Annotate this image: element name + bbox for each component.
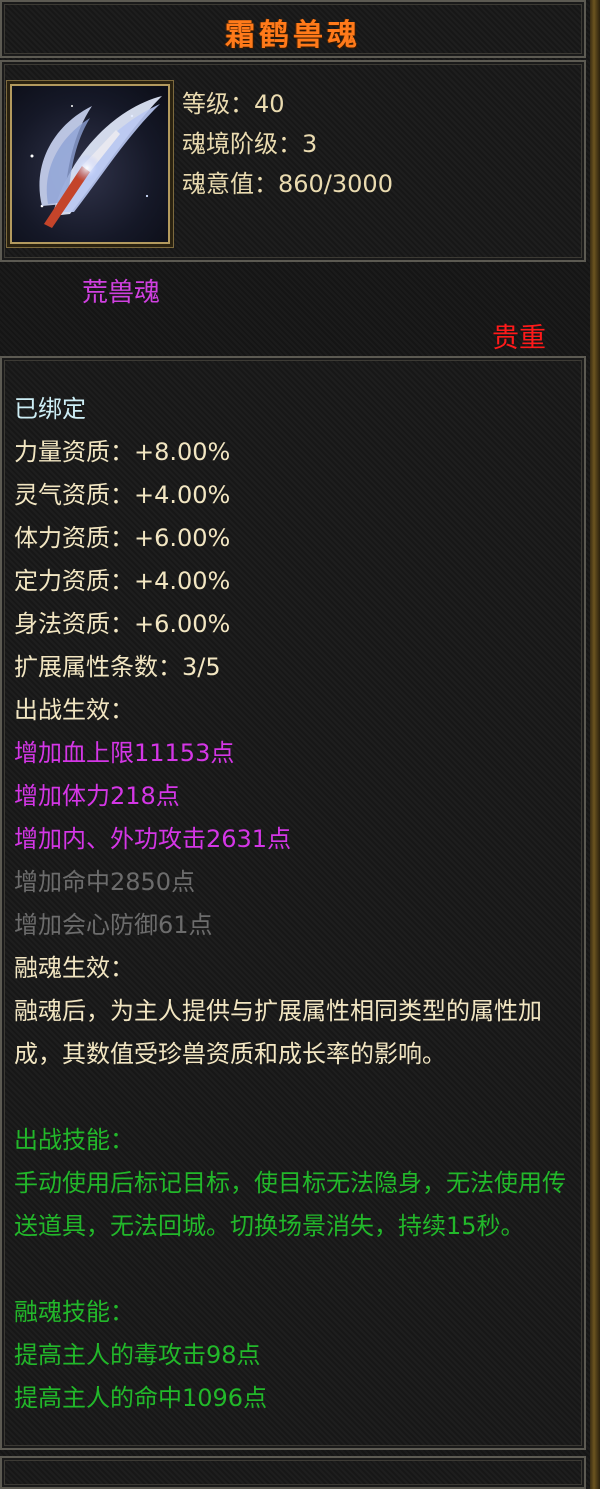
- bottom-panel: [0, 1456, 586, 1489]
- fusion-effect-header: 融魂生效：: [14, 954, 134, 982]
- attribute-line: 力量资质：+8.00%: [14, 438, 231, 466]
- battle-skill-header: 出战技能：: [14, 1126, 134, 1154]
- battle-effect-active: 增加血上限11153点: [14, 739, 235, 767]
- battle-effect-header: 出战生效：: [14, 696, 134, 724]
- battle-effect-active: 增加体力218点: [14, 782, 180, 810]
- item-type-label: 荒兽魂: [82, 278, 161, 308]
- fusion-skill-line: 提高主人的毒攻击98点: [14, 1341, 261, 1369]
- title-bar: 霜鹤兽魂: [0, 0, 586, 58]
- attribute-line: 体力资质：+6.00%: [14, 524, 231, 552]
- battle-skill-description: 手动使用后标记目标，使目标无法隐身，无法使用传送道具，无法回城。切换场景消失，持…: [14, 1169, 566, 1240]
- item-details-panel: 已绑定 力量资质：+8.00% 灵气资质：+4.00% 体力资质：+6.00% …: [0, 356, 586, 1450]
- frost-crane-wing-icon: [10, 84, 170, 244]
- fusion-skill-line: 提高主人的命中1096点: [14, 1384, 268, 1412]
- rarity-label: 贵重: [492, 323, 546, 354]
- level-text: 等级：40: [182, 90, 285, 118]
- item-title: 霜鹤兽魂: [225, 18, 361, 53]
- attribute-line: 灵气资质：+4.00%: [14, 481, 231, 509]
- fusion-skill-header: 融魂技能：: [14, 1298, 134, 1326]
- stage-text: 魂境阶级：3: [182, 130, 318, 158]
- battle-effect-inactive: 增加命中2850点: [14, 868, 196, 896]
- bound-status: 已绑定: [14, 395, 86, 423]
- soul-value-text: 魂意值：860/3000: [182, 170, 393, 198]
- battle-effect-active: 增加内、外功攻击2631点: [14, 825, 292, 853]
- attribute-line: 定力资质：+4.00%: [14, 567, 231, 595]
- extension-count: 扩展属性条数：3/5: [14, 653, 221, 681]
- attribute-line: 身法资质：+6.00%: [14, 610, 231, 638]
- item-type-area: 荒兽魂 贵重: [0, 262, 586, 354]
- fusion-effect-description: 融魂后，为主人提供与扩展属性相同类型的属性加成，其数值受珍兽资质和成长率的影响。: [14, 997, 542, 1068]
- item-info-panel: 等级：40 魂境阶级：3 魂意值：860/3000: [0, 60, 586, 262]
- window-edge-strip: [590, 0, 600, 1489]
- battle-effect-inactive: 增加会心防御61点: [14, 911, 213, 939]
